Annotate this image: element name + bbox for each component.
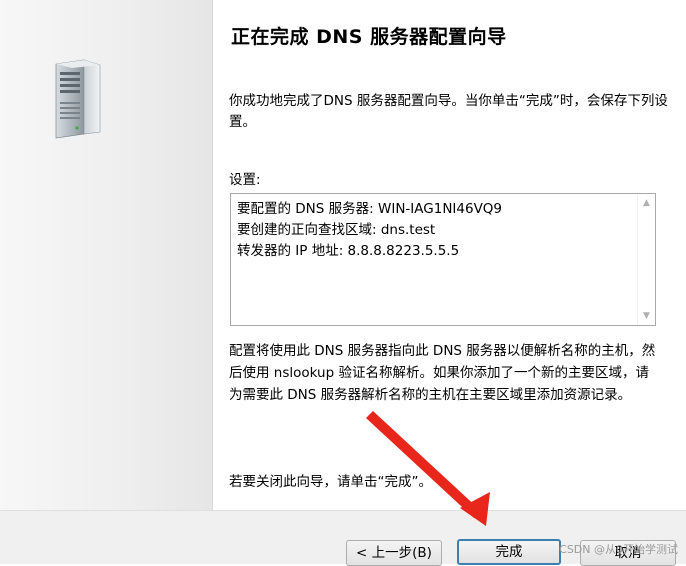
chevron-down-icon[interactable]: ▼: [638, 311, 655, 321]
back-button[interactable]: < 上一步(B): [346, 540, 442, 566]
settings-lines: 要配置的 DNS 服务器: WIN-IAG1NI46VQ9 要创建的正向查找区域…: [237, 199, 502, 262]
server-tower-icon: [55, 59, 101, 139]
settings-label: 设置:: [229, 172, 261, 188]
settings-line-forwarder: 转发器的 IP 地址: 8.8.8.8223.5.5.5: [237, 243, 460, 259]
watermark: CSDN @从0开始学测试: [559, 543, 678, 556]
chevron-up-icon[interactable]: ▲: [638, 198, 655, 208]
page-title: 正在完成 DNS 服务器配置向导: [231, 26, 507, 48]
intro-text: 你成功地完成了DNS 服务器配置向导。当你单击“完成”时，会保存下列设置。: [229, 93, 668, 130]
settings-scrollbar[interactable]: ▲ ▼: [637, 194, 655, 325]
closing-instruction: 若要关闭此向导，请单击“完成”。: [229, 474, 432, 490]
explanation-text: 配置将使用此 DNS 服务器指向此 DNS 服务器以便解析名称的主机，然后使用 …: [229, 343, 656, 403]
wizard-button-bar: < 上一步(B) 完成 取消 CSDN @从0开始学测试: [0, 510, 686, 566]
wizard-content: 正在完成 DNS 服务器配置向导 你成功地完成了DNS 服务器配置向导。当你单击…: [213, 0, 686, 510]
finish-button[interactable]: 完成: [457, 539, 561, 565]
settings-line-server: 要配置的 DNS 服务器: WIN-IAG1NI46VQ9: [237, 201, 503, 217]
settings-summary-box[interactable]: 要配置的 DNS 服务器: WIN-IAG1NI46VQ9 要创建的正向查找区域…: [230, 193, 656, 326]
wizard-side-panel: [0, 0, 213, 510]
settings-line-zone: 要创建的正向查找区域: dns.test: [237, 222, 436, 238]
